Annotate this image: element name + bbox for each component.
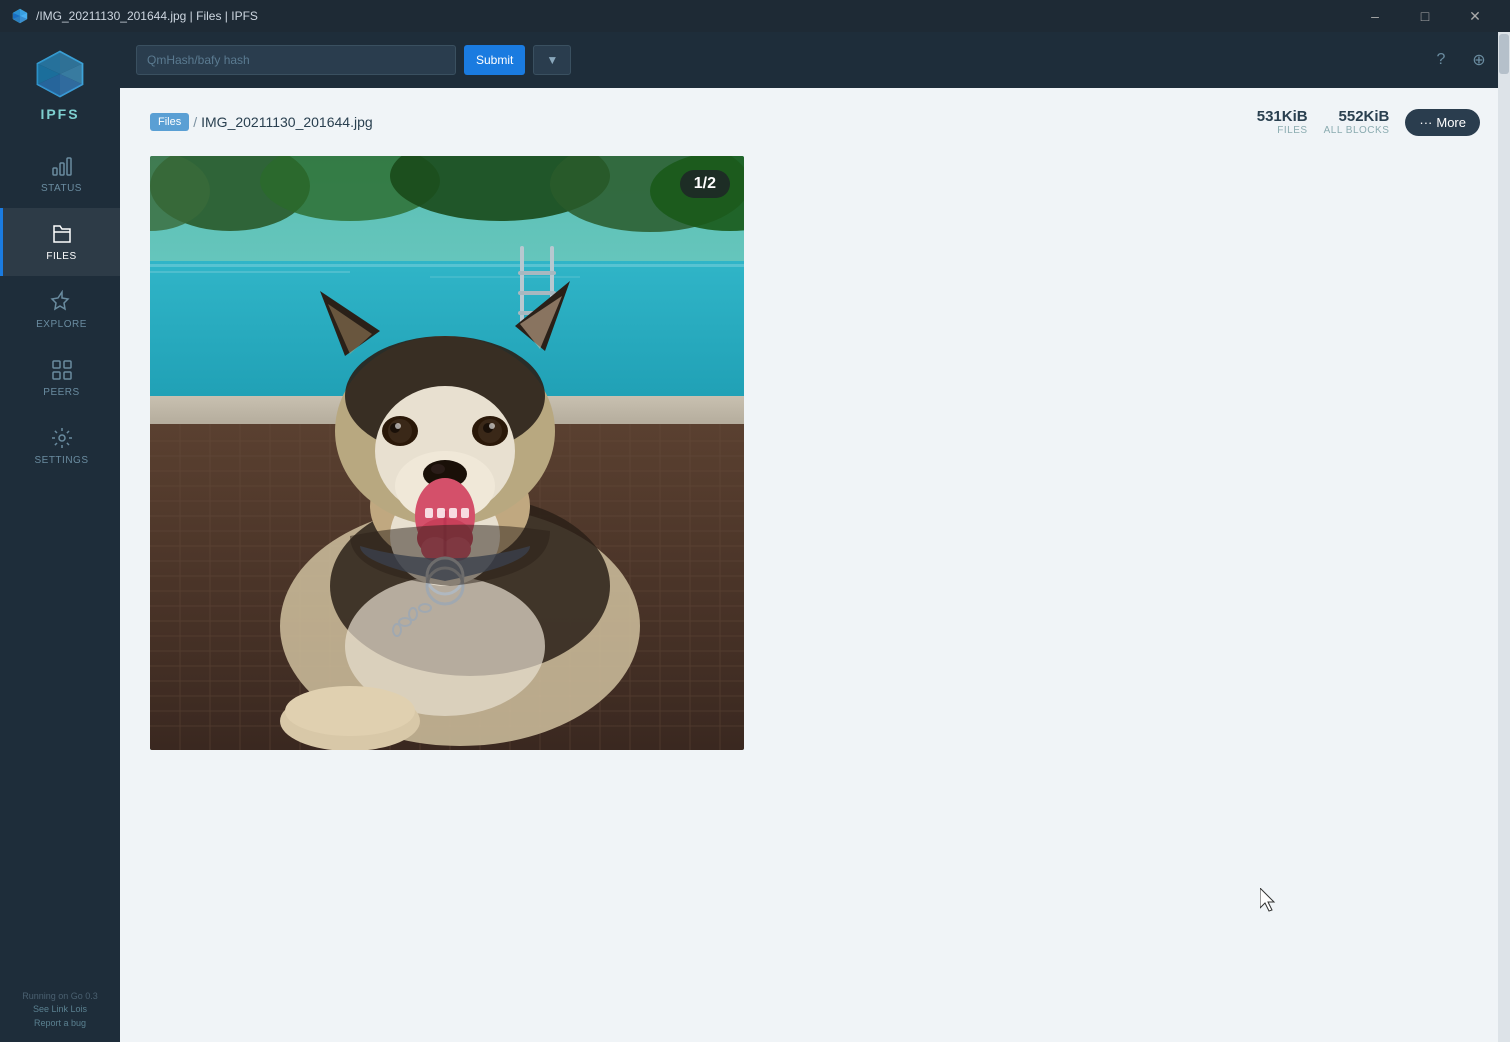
settings-icon (50, 426, 74, 450)
window-area: IPFS STATUS (0, 32, 1510, 1042)
submit-button[interactable]: Submit (464, 45, 525, 75)
footer-line2[interactable]: See Link Lois (8, 1003, 112, 1017)
explore-icon (50, 290, 74, 314)
breadcrumb-row: Files / IMG_20211130_201644.jpg 531KiB F… (150, 108, 1480, 136)
image-badge: 1/2 (680, 170, 730, 198)
main-content: Submit ▼ ? ⊕ Files / IMG_20211130_201644 (120, 32, 1510, 1042)
breadcrumb-filename: IMG_20211130_201644.jpg (201, 114, 373, 130)
files-size-label: FILES (1277, 125, 1307, 136)
sidebar-item-explore-label: EXPLORE (36, 319, 87, 330)
sidebar-item-settings-label: SETTINGS (34, 455, 88, 466)
account-button[interactable]: ⊕ (1464, 45, 1494, 75)
files-icon (50, 222, 74, 246)
minimize-button[interactable]: – (1352, 0, 1398, 32)
more-dots: ··· (1419, 115, 1432, 130)
all-blocks-label: ALL BLOCKS (1324, 125, 1390, 136)
status-icon (50, 154, 74, 178)
sidebar-item-status[interactable]: STATUS (0, 140, 120, 208)
breadcrumb: Files / IMG_20211130_201644.jpg (150, 113, 373, 131)
top-bar: Submit ▼ ? ⊕ (120, 32, 1510, 88)
sidebar-item-peers-label: PEERS (43, 387, 79, 398)
help-button[interactable]: ? (1426, 45, 1456, 75)
breadcrumb-separator: / (193, 114, 197, 130)
all-blocks-block: 552KiB ALL BLOCKS (1324, 108, 1390, 136)
search-input[interactable] (136, 45, 456, 75)
file-stats: 531KiB FILES 552KiB ALL BLOCKS ··· More (1257, 108, 1480, 136)
peers-icon (50, 358, 74, 382)
close-button[interactable]: ✕ (1452, 0, 1498, 32)
scrollbar[interactable] (1498, 32, 1510, 1042)
sidebar-item-peers[interactable]: PEERS (0, 344, 120, 412)
title-bar-left: /IMG_20211130_201644.jpg | Files | IPFS (12, 8, 258, 24)
dog-image (150, 156, 744, 750)
sidebar-footer: Running on Go 0.3 See Link Lois Report a… (0, 978, 120, 1042)
secondary-button[interactable]: ▼ (533, 45, 571, 75)
sidebar-item-files[interactable]: FILES (0, 208, 120, 276)
page-content: Files / IMG_20211130_201644.jpg 531KiB F… (120, 88, 1510, 1042)
footer-line3[interactable]: Report a bug (8, 1017, 112, 1031)
title-bar-controls: – □ ✕ (1352, 0, 1498, 32)
scroll-thumb[interactable] (1499, 34, 1509, 74)
image-container: 1/2 (150, 156, 1480, 750)
ipfs-icon (12, 8, 28, 24)
more-button[interactable]: ··· More (1405, 109, 1480, 136)
title-bar-title: /IMG_20211130_201644.jpg | Files | IPFS (36, 9, 258, 23)
title-bar: /IMG_20211130_201644.jpg | Files | IPFS … (0, 0, 1510, 32)
sidebar: IPFS STATUS (0, 32, 120, 1042)
breadcrumb-files-button[interactable]: Files (150, 113, 189, 131)
sidebar-item-status-label: STATUS (41, 183, 82, 194)
sidebar-item-settings[interactable]: SETTINGS (0, 412, 120, 480)
image-wrapper: 1/2 (150, 156, 744, 750)
sidebar-item-files-label: FILES (46, 251, 76, 262)
all-blocks-value: 552KiB (1339, 108, 1390, 125)
files-size-value: 531KiB (1257, 108, 1308, 125)
ipfs-logo-icon (34, 48, 86, 100)
sidebar-logo-text: IPFS (40, 106, 79, 122)
maximize-button[interactable]: □ (1402, 0, 1448, 32)
sidebar-logo: IPFS (0, 32, 120, 132)
sidebar-item-explore[interactable]: EXPLORE (0, 276, 120, 344)
sidebar-nav: STATUS FILES EXPLORE (0, 140, 120, 480)
footer-line1: Running on Go 0.3 (8, 990, 112, 1004)
files-size-block: 531KiB FILES (1257, 108, 1308, 136)
more-label: More (1436, 115, 1466, 130)
